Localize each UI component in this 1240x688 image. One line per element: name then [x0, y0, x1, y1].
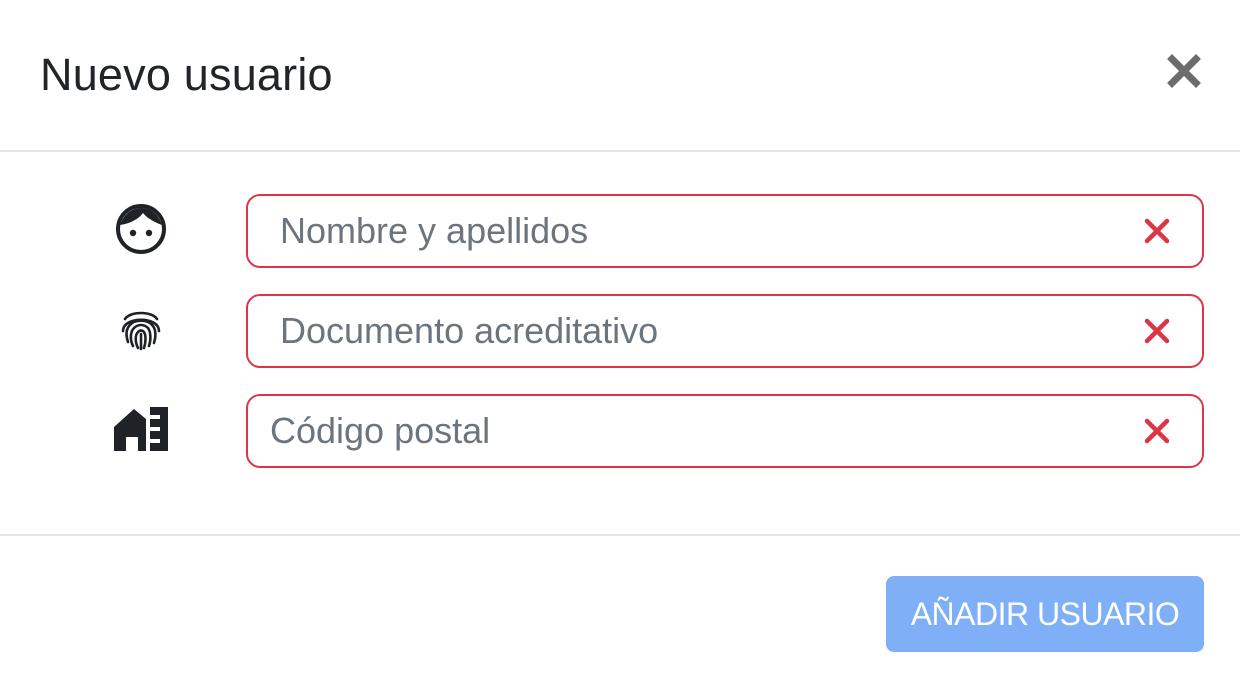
add-user-button[interactable]: AÑADIR USUARIO: [886, 576, 1204, 652]
full-name-input[interactable]: [248, 196, 1108, 266]
modal-header: Nuevo usuario: [0, 0, 1240, 152]
form-row-postal-code: [0, 394, 1240, 468]
modal-footer: AÑADIR USUARIO: [0, 534, 1240, 688]
invalid-x-icon: [1144, 418, 1170, 444]
close-button[interactable]: [1163, 50, 1205, 92]
document-field: [246, 294, 1204, 368]
full-name-field: [246, 194, 1204, 268]
face-icon: [108, 196, 174, 262]
close-icon: [1167, 54, 1201, 88]
new-user-modal: Nuevo usuario Nombre y apellidos Documen…: [0, 0, 1240, 688]
modal-body: [0, 152, 1240, 534]
postal-code-field: [246, 394, 1204, 468]
invalid-x-icon: [1144, 318, 1170, 344]
form-row-name: [0, 194, 1240, 268]
invalid-x-icon: [1144, 218, 1170, 244]
modal-title: Nuevo usuario: [40, 49, 333, 100]
fingerprint-icon: [108, 296, 174, 362]
form-row-document: [0, 294, 1240, 368]
document-input[interactable]: [248, 296, 1108, 366]
postal-code-input[interactable]: [248, 396, 1108, 466]
house-siding-icon: [108, 396, 174, 462]
